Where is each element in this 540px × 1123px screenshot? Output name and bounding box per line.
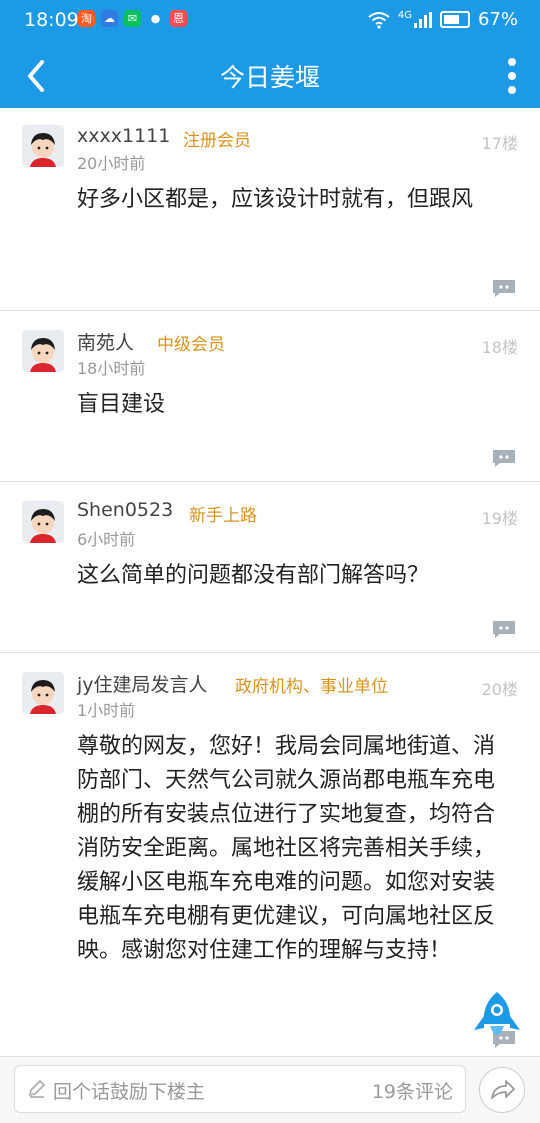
avatar-icon [30, 133, 56, 167]
member-badge: 中级会员 [157, 335, 225, 355]
post-time: 20小时前 [77, 154, 146, 173]
comment-text: 这么简单的问题都没有部门解答吗？ [77, 563, 430, 588]
bottom-comment-bar: 回个话鼓励下楼主 19条评论 [0, 1056, 540, 1123]
taobao-icon: 淘 [78, 10, 95, 27]
notification-icons: 淘 ☁ ✉ ● 恩 [78, 10, 187, 27]
floor-number: 20楼 [481, 680, 518, 699]
member-badge: 政府机构、事业单位 [235, 677, 388, 697]
share-icon [491, 1080, 515, 1099]
comment-text: 尊敬的网友，您好！我局会同属地街道、消防部门、天然气公司就久源尚郡电瓶车充电棚的… [77, 734, 496, 963]
comment-item: Shen0523 新手上路 6小时前 19楼 这么简单的问题都没有部门解答吗？ [0, 482, 540, 653]
username[interactable]: jy住建局发言人 [77, 670, 208, 697]
battery-level: 67% [477, 9, 518, 30]
comment-item: jy住建局发言人 政府机构、事业单位 1小时前 20楼 尊敬的网友，您好！我局会… [0, 653, 540, 1055]
app-icon: 恩 [170, 10, 187, 27]
comment-count[interactable]: 19条评论 [372, 1077, 453, 1104]
username[interactable]: 南苑人 [77, 328, 134, 355]
username[interactable]: xxxx1111 [77, 125, 170, 147]
post-time: 6小时前 [77, 530, 136, 549]
floor-number: 18楼 [481, 338, 518, 357]
comment-item: xxxx1111 注册会员 20小时前 17楼 好多小区都是，应该设计时就有，但… [0, 108, 540, 311]
member-badge: 注册会员 [183, 131, 251, 151]
status-time: 18:09 [24, 9, 79, 31]
avatar[interactable] [22, 125, 64, 167]
weather-icon: ☁ [101, 10, 118, 27]
avatar[interactable] [22, 672, 64, 714]
wechat-icon: ✉ [124, 10, 141, 27]
avatar-icon [30, 509, 56, 543]
more-options-icon[interactable] [506, 58, 518, 96]
network-type: 4G [397, 10, 412, 21]
avatar[interactable] [22, 501, 64, 543]
avatar-icon [30, 680, 56, 714]
pencil-icon [28, 1079, 46, 1098]
wifi-icon [368, 11, 390, 29]
comment-text: 好多小区都是，应该设计时就有，但跟风 [77, 187, 474, 212]
comment-input[interactable]: 回个话鼓励下楼主 19条评论 [14, 1065, 466, 1113]
nav-bar: 今日姜堰 [0, 44, 540, 108]
floor-number: 17楼 [481, 134, 518, 153]
signal-icon [413, 11, 432, 28]
reply-bubble-icon[interactable] [491, 620, 517, 638]
post-time: 1小时前 [77, 701, 136, 720]
reply-bubble-icon[interactable] [491, 279, 517, 297]
comment-placeholder: 回个话鼓励下楼主 [53, 1081, 206, 1103]
comment-item: 南苑人 中级会员 18小时前 18楼 盲目建设 [0, 311, 540, 482]
status-bar: 18:09 淘 ☁ ✉ ● 恩 4G 67% [0, 0, 540, 44]
post-time: 18小时前 [77, 359, 146, 378]
page-title: 今日姜堰 [219, 63, 320, 92]
message-icon: ● [147, 10, 164, 27]
avatar[interactable] [22, 330, 64, 372]
reply-bubble-icon[interactable] [491, 449, 517, 467]
comment-text: 盲目建设 [77, 392, 166, 417]
status-right: 4G 67% [368, 9, 518, 30]
battery-icon [439, 11, 470, 28]
rocket-icon[interactable] [468, 990, 526, 1046]
member-badge: 新手上路 [189, 506, 257, 526]
avatar-icon [30, 338, 56, 372]
floor-number: 19楼 [481, 509, 518, 528]
username[interactable]: Shen0523 [77, 499, 173, 521]
share-button[interactable] [479, 1067, 525, 1113]
